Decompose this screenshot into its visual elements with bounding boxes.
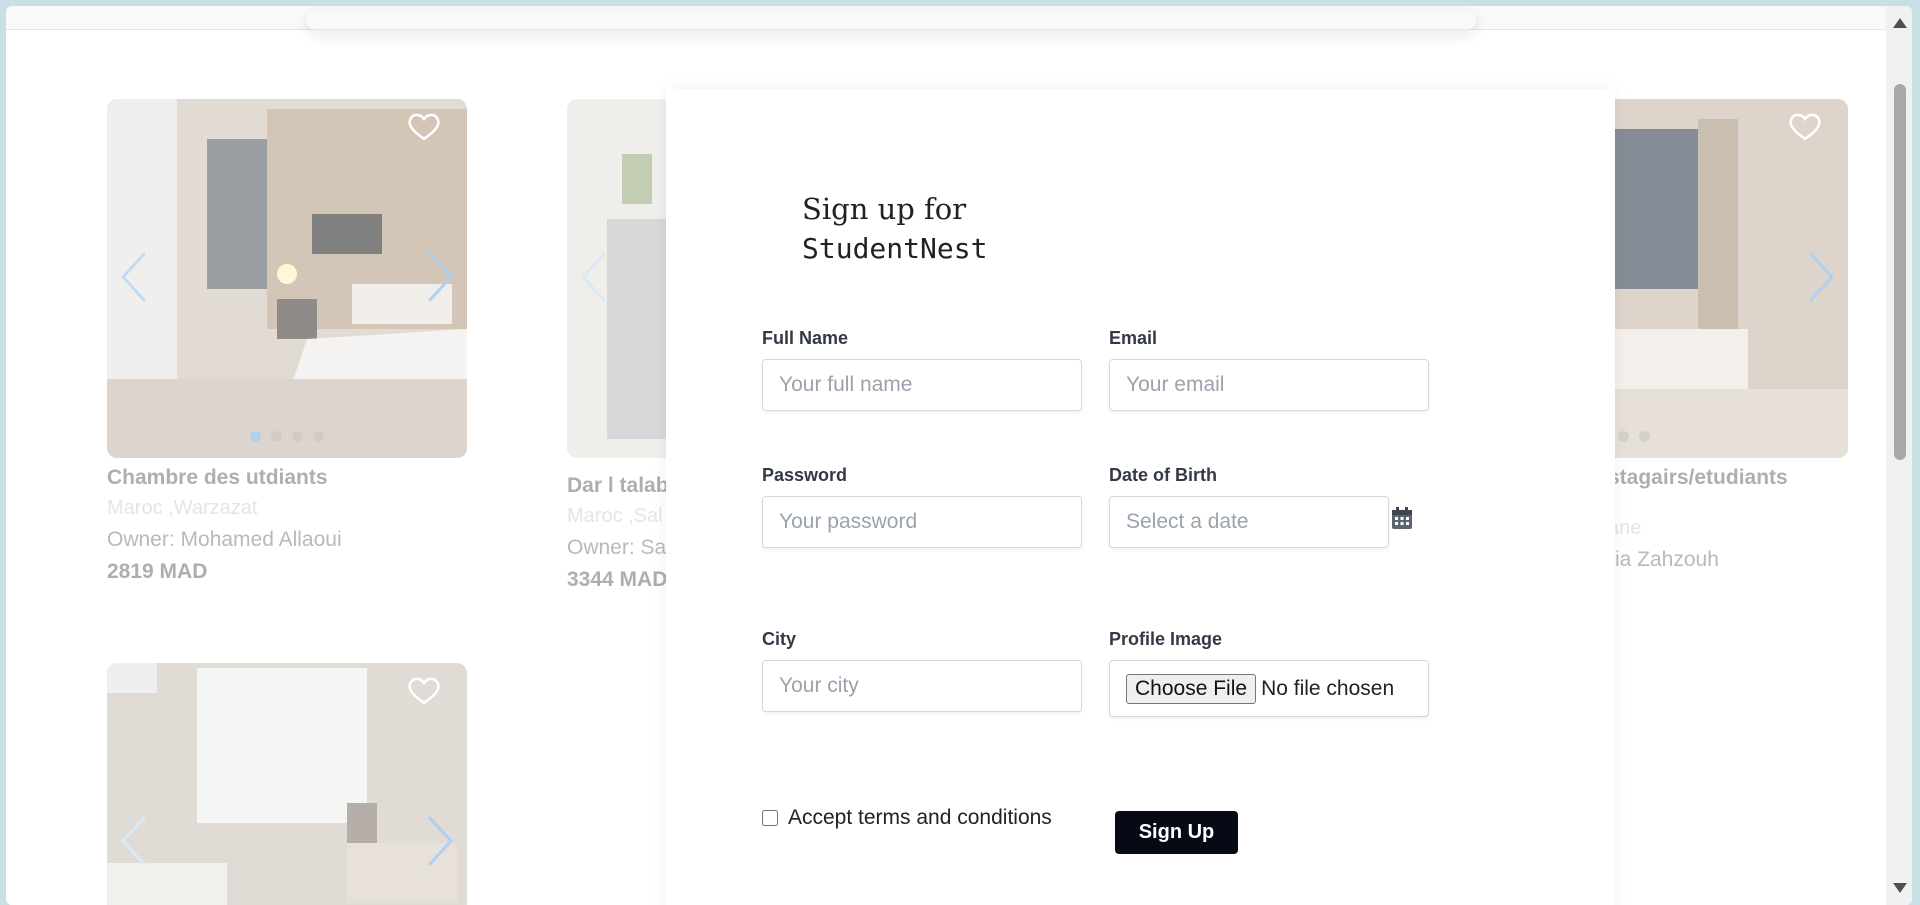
email-group: Email [1109, 325, 1429, 411]
terms-row[interactable]: Accept terms and conditions [762, 806, 1052, 830]
full-name-group: Full Name [762, 325, 1082, 411]
browser-viewport: Chambre des utdiants Maroc ,Warzazat Own… [6, 6, 1912, 905]
modal-title-text: Sign up for [802, 192, 967, 226]
terms-checkbox[interactable] [762, 810, 778, 826]
email-input[interactable] [1109, 359, 1429, 411]
password-group: Password [762, 462, 1082, 548]
calendar-icon[interactable] [1391, 506, 1413, 530]
password-input[interactable] [762, 496, 1082, 548]
full-name-input[interactable] [762, 359, 1082, 411]
sign-up-button[interactable]: Sign Up [1115, 811, 1238, 854]
city-group: City [762, 626, 1082, 712]
vertical-scrollbar[interactable] [1886, 6, 1912, 905]
city-input[interactable] [762, 660, 1082, 712]
profile-image-label: Profile Image [1109, 629, 1223, 649]
file-status: No file chosen [1261, 676, 1395, 700]
profile-image-group: Profile Image Choose File No file chosen [1109, 626, 1429, 717]
signup-modal: Sign up for StudentNest Full Name Email … [666, 89, 1615, 905]
navbar-shadow [306, 10, 1476, 30]
scroll-down-icon[interactable] [1893, 883, 1907, 893]
dob-input[interactable] [1109, 496, 1389, 548]
terms-label[interactable]: Accept terms and conditions [788, 806, 1052, 830]
profile-image-input[interactable]: Choose File No file chosen [1109, 660, 1429, 717]
choose-file-button[interactable]: Choose File [1126, 673, 1257, 704]
modal-title: Sign up for StudentNest [802, 189, 987, 269]
scroll-up-icon[interactable] [1893, 18, 1907, 28]
scrollbar-thumb[interactable] [1894, 84, 1906, 460]
password-label: Password [762, 465, 848, 485]
city-label: City [762, 629, 797, 649]
dob-group: Date of Birth [1109, 462, 1429, 548]
email-label: Email [1109, 328, 1158, 348]
brand-name: StudentNest [802, 232, 988, 265]
navbar [6, 6, 1886, 30]
full-name-label: Full Name [762, 328, 849, 348]
dob-label: Date of Birth [1109, 465, 1217, 485]
